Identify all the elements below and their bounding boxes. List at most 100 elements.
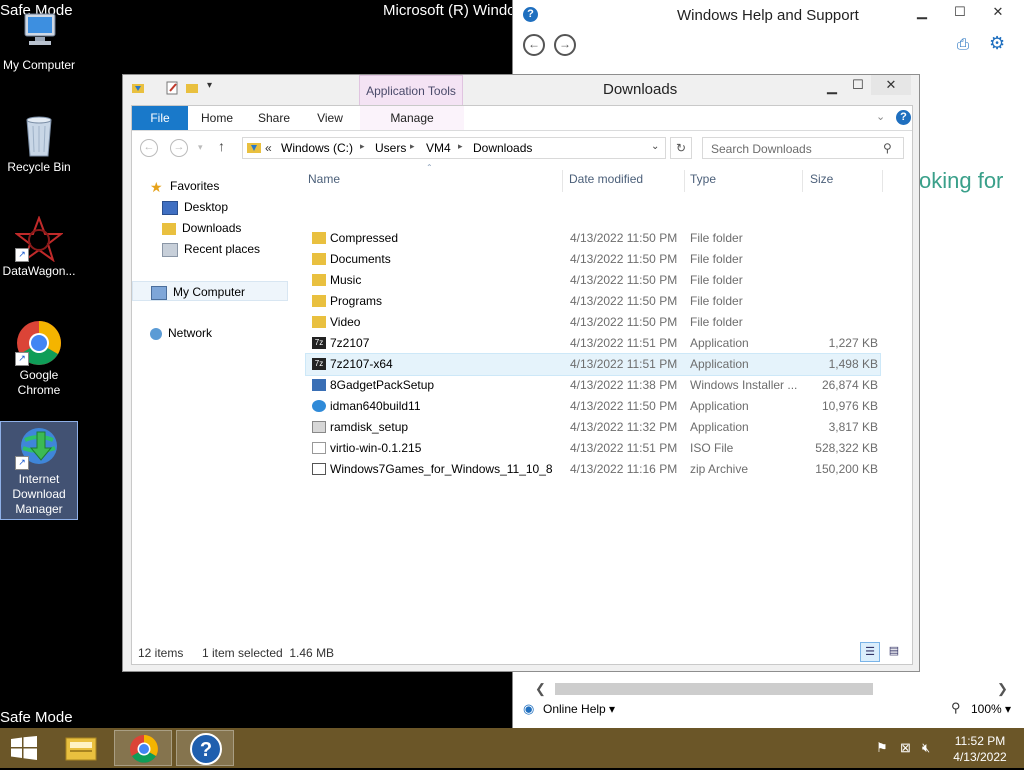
file-row[interactable]: Music 4/13/2022 11:50 PM File folder — [306, 270, 880, 291]
nav-desktop[interactable]: Desktop — [162, 197, 228, 217]
7zip-icon: 7z — [312, 358, 326, 370]
nav-recent-places[interactable]: Recent places — [162, 239, 260, 259]
explorer-minimize-button[interactable]: ▁ — [819, 77, 845, 97]
taskbar-chrome[interactable] — [114, 730, 172, 766]
folder-icon — [312, 232, 326, 244]
clock-time: 11:52 PM — [954, 734, 1006, 748]
customize-toolbar-icon[interactable]: ▾ — [207, 80, 212, 91]
file-row[interactable]: 7z 7z2107 4/13/2022 11:51 PM Application 1,2… — [306, 333, 880, 354]
forward-button[interactable]: → — [170, 139, 188, 157]
scrollbar-thumb[interactable] — [555, 683, 873, 695]
taskbar-help-and-support[interactable]: ? — [176, 730, 234, 766]
large-icons-view-icon[interactable]: ▤ — [884, 642, 904, 662]
action-center-flag-icon[interactable]: ⚑ — [876, 740, 888, 756]
nav-downloads[interactable]: Downloads — [162, 218, 241, 238]
refresh-icon[interactable]: ↻ — [670, 137, 692, 159]
breadcrumb-users[interactable]: Users — [375, 141, 406, 155]
tab-file[interactable]: File — [132, 106, 188, 130]
nav-desktop-label: Desktop — [184, 200, 229, 214]
desktop-icon-google-chrome[interactable]: ↗ Google Chrome — [1, 320, 77, 398]
nav-network[interactable]: Network — [150, 323, 212, 343]
file-type: Windows Installer ... — [690, 378, 798, 392]
breadcrumb-vm4[interactable]: VM4 — [426, 141, 451, 155]
online-help-label: Online Help — [543, 702, 606, 716]
taskbar-clock[interactable]: 11:52 PM 4/13/2022 — [948, 733, 1012, 765]
file-row[interactable]: idman640build11 4/13/2022 11:50 PM Applica… — [306, 396, 880, 417]
search-input[interactable]: Search Downloads ⚲ — [702, 137, 904, 159]
print-icon[interactable]: ⎙ — [957, 36, 969, 53]
address-bar[interactable]: « Windows (C:) ▸ Users ▸ VM4 ▸ Downloads… — [242, 137, 666, 159]
nav-my-computer[interactable]: My Computer — [132, 281, 288, 301]
search-icon[interactable]: ⚲ — [883, 141, 892, 155]
help-titlebar[interactable]: ? Windows Help and Support ▁ ☐ ✕ — [513, 0, 1024, 30]
column-header-date[interactable]: Date modified — [569, 172, 643, 190]
breadcrumb-separator-icon[interactable]: ▸ — [360, 141, 365, 152]
address-dropdown-icon[interactable]: ⌄ — [651, 141, 659, 152]
file-row[interactable]: Documents 4/13/2022 11:50 PM File folder — [306, 249, 880, 270]
file-type: Application — [690, 357, 749, 371]
file-row[interactable]: Windows7Games_for_Windows_11_10_8 4/13/20… — [306, 459, 880, 480]
nav-favorites-label: Favorites — [170, 179, 220, 193]
maximize-button[interactable]: ☐ — [947, 2, 973, 22]
file-row[interactable]: Compressed 4/13/2022 11:50 PM File folder — [306, 228, 880, 249]
column-header-size[interactable]: Size — [810, 172, 833, 190]
back-button[interactable]: ← — [140, 139, 158, 157]
quick-access-folder-icon[interactable] — [131, 81, 145, 95]
desktop-icon-recycle-bin[interactable]: Recycle Bin — [1, 112, 77, 175]
tab-home[interactable]: Home — [192, 106, 242, 130]
file-row[interactable]: ramdisk_setup 4/13/2022 11:32 PM Applicati… — [306, 417, 880, 438]
idm-icon — [312, 400, 326, 412]
back-arrow-icon[interactable]: ← — [523, 34, 545, 56]
volume-muted-icon[interactable]: 🔇︎ — [922, 740, 930, 756]
online-help-button[interactable]: Online Help ▾ — [543, 702, 615, 716]
up-arrow-icon[interactable]: ↑ — [218, 138, 225, 154]
address-overflow-chevron[interactable]: « — [265, 141, 272, 155]
start-button[interactable] — [10, 736, 38, 760]
new-folder-icon[interactable] — [185, 81, 199, 95]
explorer-close-button[interactable]: ✕ — [871, 75, 911, 95]
taskbar-file-explorer[interactable] — [52, 730, 110, 766]
file-name: 7z2107 — [330, 336, 370, 350]
column-header-name[interactable]: Name — [308, 172, 340, 190]
close-button[interactable]: ✕ — [985, 2, 1011, 22]
explorer-window[interactable]: ▾ Application Tools Downloads ▁ ☐ ✕ File… — [122, 74, 920, 672]
tab-share[interactable]: Share — [250, 106, 298, 130]
minimize-button[interactable]: ▁ — [909, 2, 935, 22]
file-row[interactable]: Video 4/13/2022 11:50 PM File folder — [306, 312, 880, 333]
breadcrumb-separator-icon[interactable]: ▸ — [410, 141, 415, 152]
zoom-button[interactable]: 100% ▾ — [971, 702, 1011, 716]
scroll-right-icon[interactable]: ❯ — [997, 681, 1008, 697]
help-horizontal-scrollbar[interactable]: ❮ ❯ — [521, 681, 1015, 697]
tab-manage[interactable]: Manage — [360, 106, 464, 130]
column-header-type[interactable]: Type — [690, 172, 716, 190]
breadcrumb-downloads[interactable]: Downloads — [473, 141, 532, 155]
gear-icon[interactable]: ⚙ — [989, 33, 1005, 54]
recent-locations-icon[interactable]: ▾ — [198, 142, 203, 153]
desktop-icon-label: My Computer — [2, 58, 76, 72]
desktop-icon-my-computer[interactable]: My Computer — [1, 10, 77, 73]
file-name: Windows7Games_for_Windows_11_10_8 — [330, 462, 553, 476]
forward-arrow-icon[interactable]: → — [554, 34, 576, 56]
breadcrumb-windows-c[interactable]: Windows (C:) — [281, 141, 353, 155]
details-view-icon[interactable]: ☰ — [860, 642, 880, 662]
network-status-icon[interactable]: ⊠ — [900, 740, 911, 756]
help-icon[interactable]: ? — [896, 110, 911, 125]
column-divider[interactable] — [882, 170, 883, 192]
nav-favorites[interactable]: ★ Favorites — [150, 176, 219, 196]
properties-icon[interactable] — [165, 81, 179, 95]
scroll-left-icon[interactable]: ❮ — [535, 681, 546, 697]
column-divider[interactable] — [802, 170, 803, 192]
column-divider[interactable] — [562, 170, 563, 192]
file-row[interactable]: virtio-win-0.1.215 4/13/2022 11:51 PM ISO … — [306, 438, 880, 459]
expand-ribbon-icon[interactable]: ⌄ — [876, 110, 885, 123]
desktop-icon-label: Google Chrome — [17, 368, 61, 397]
breadcrumb-separator-icon[interactable]: ▸ — [458, 141, 463, 152]
tab-view[interactable]: View — [306, 106, 354, 130]
desktop-icon-internet-download-manager[interactable]: ↗ Internet Download Manager — [0, 421, 78, 520]
column-divider[interactable] — [684, 170, 685, 192]
desktop-icon-datawagon[interactable]: ↗ DataWagon... — [1, 215, 77, 279]
file-row[interactable]: Programs 4/13/2022 11:50 PM File folder — [306, 291, 880, 312]
file-row[interactable]: 8GadgetPackSetup 4/13/2022 11:38 PM Window… — [306, 375, 880, 396]
file-row[interactable]: 7z 7z2107-x64 4/13/2022 11:51 PM Applicatio… — [305, 353, 881, 376]
explorer-maximize-button[interactable]: ☐ — [845, 75, 871, 95]
